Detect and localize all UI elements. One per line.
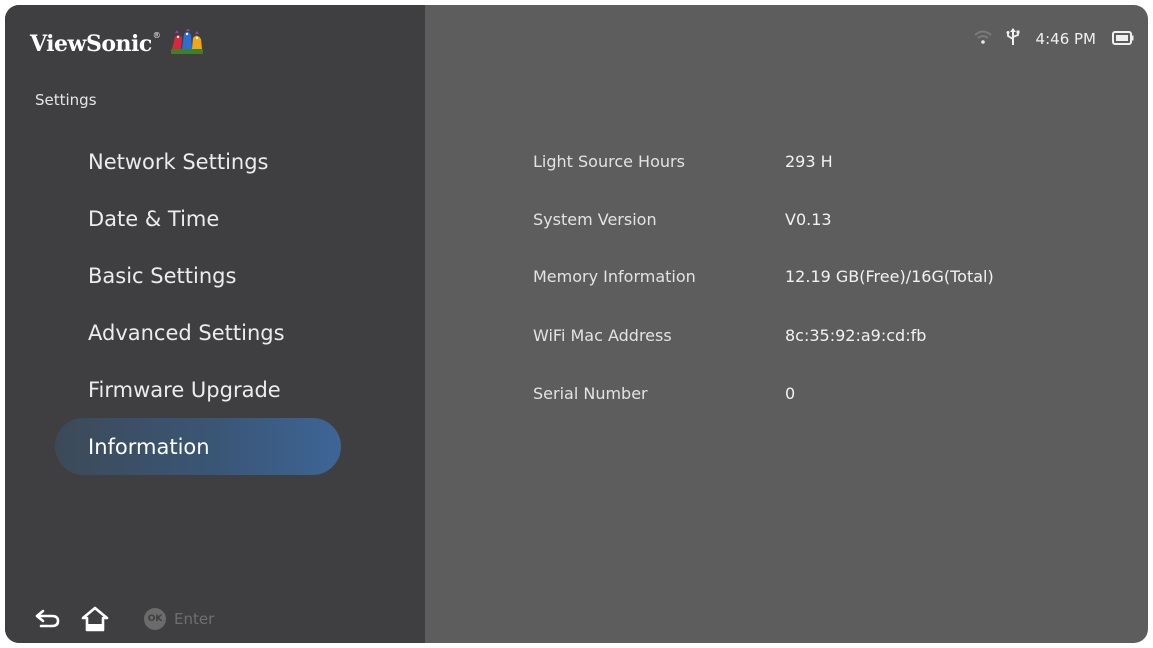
info-row-system-version: System Version V0.13 [533, 207, 832, 231]
info-row-serial-number: Serial Number 0 [533, 381, 795, 405]
info-row-wifi-mac-address: WiFi Mac Address 8c:35:92:a9:cd:fb [533, 323, 926, 347]
info-label: WiFi Mac Address [533, 325, 672, 345]
menu-item-label: Network Settings [88, 149, 269, 174]
navigation-hints: OK Enter [35, 602, 214, 636]
menu-item-information[interactable]: Information [5, 418, 425, 475]
menu-item-label: Advanced Settings [88, 320, 285, 345]
menu-item-label: Firmware Upgrade [88, 377, 281, 402]
menu-item-label: Information [88, 434, 210, 459]
menu-item-basic-settings[interactable]: Basic Settings [5, 247, 425, 304]
enter-hint-label: Enter [174, 610, 215, 628]
info-value: 12.19 GB(Free)/16G(Total) [785, 266, 994, 286]
menu-item-label: Basic Settings [88, 263, 237, 288]
info-value: V0.13 [785, 209, 832, 229]
three-birds-logo [170, 28, 204, 59]
menu-item-date-time[interactable]: Date & Time [5, 190, 425, 247]
status-bar: 4:46 PM [973, 27, 1134, 51]
info-label: Memory Information [533, 266, 696, 286]
brand: ViewSonic® [30, 27, 204, 61]
settings-sidebar: ViewSonic® Settings Network Settings Dat… [5, 5, 425, 643]
settings-menu: Network Settings Date & Time Basic Setti… [5, 133, 425, 475]
info-row-light-source-hours: Light Source Hours 293 H [533, 149, 833, 173]
menu-item-advanced-settings[interactable]: Advanced Settings [5, 304, 425, 361]
info-value: 293 H [785, 151, 833, 171]
wifi-icon [973, 29, 992, 49]
battery-icon [1112, 30, 1134, 49]
ok-button-icon: OK [144, 608, 166, 630]
menu-item-network-settings[interactable]: Network Settings [5, 133, 425, 190]
menu-item-label: Date & Time [88, 206, 220, 231]
settings-title: Settings [35, 91, 97, 109]
home-icon[interactable] [81, 606, 109, 632]
info-label: Light Source Hours [533, 151, 685, 171]
back-arrow-icon[interactable] [35, 608, 61, 630]
info-value: 8c:35:92:a9:cd:fb [785, 325, 927, 345]
info-value: 0 [785, 383, 796, 403]
usb-icon [1006, 28, 1020, 50]
clock: 4:46 PM [1035, 30, 1096, 48]
information-panel: 4:46 PM Light Source Hours 293 H System … [425, 5, 1148, 643]
menu-item-firmware-upgrade[interactable]: Firmware Upgrade [5, 361, 425, 418]
projector-screen: ViewSonic® Settings Network Settings Dat… [5, 5, 1148, 643]
info-row-memory-information: Memory Information 12.19 GB(Free)/16G(To… [533, 264, 994, 288]
brand-name: ViewSonic® [30, 31, 161, 57]
info-label: Serial Number [533, 383, 648, 403]
info-label: System Version [533, 209, 657, 229]
